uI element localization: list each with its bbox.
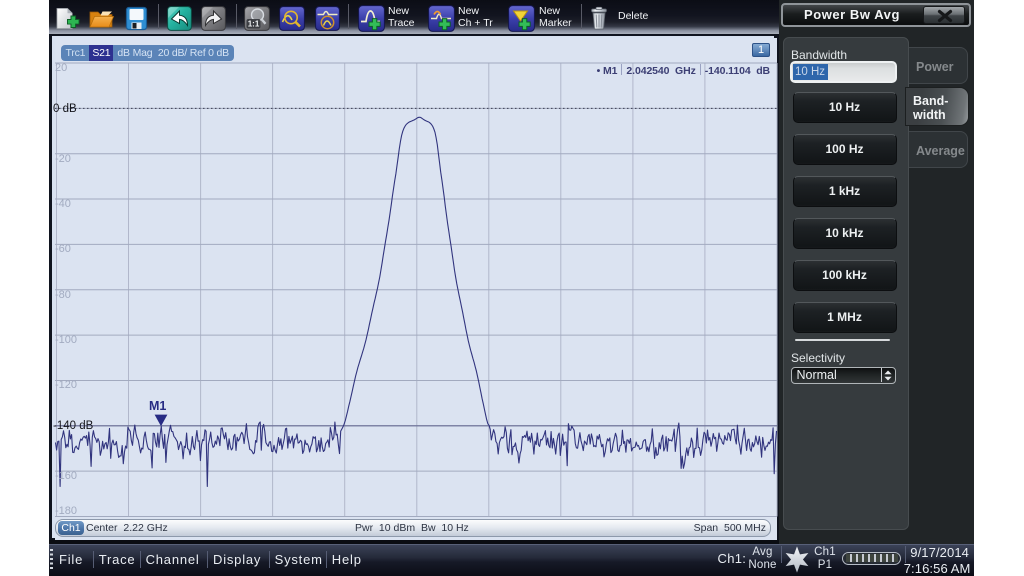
svg-text:1:1: 1:1 xyxy=(248,20,260,29)
